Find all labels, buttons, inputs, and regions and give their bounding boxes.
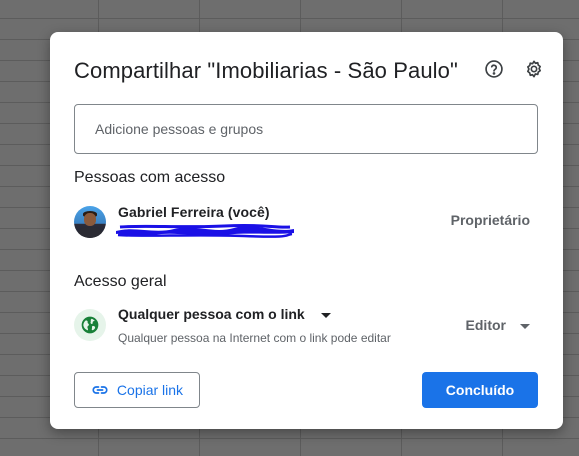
general-access-role-dropdown[interactable]: Editor: [466, 317, 530, 333]
person-name: Gabriel Ferreira (você): [118, 204, 270, 220]
done-label: Concluído: [445, 382, 515, 398]
general-access-dropdown[interactable]: Qualquer pessoa com o link: [118, 306, 331, 322]
people-with-access-heading: Pessoas com acesso: [74, 169, 226, 186]
chevron-down-icon: [320, 312, 331, 318]
link-icon: [92, 386, 108, 394]
globe-icon: [74, 309, 106, 341]
dialog-title: Compartilhar "Imobiliarias - São Paulo": [74, 58, 458, 83]
general-access-heading: Acesso geral: [74, 273, 167, 290]
email-redaction: [116, 223, 294, 238]
general-access-scope: Qualquer pessoa com o link: [118, 306, 305, 322]
owner-role: Proprietário: [450, 212, 530, 228]
copy-link-button[interactable]: Copiar link: [74, 372, 200, 408]
add-people-input[interactable]: [74, 104, 538, 154]
general-access-role: Editor: [465, 317, 506, 333]
share-dialog: Compartilhar "Imobiliarias - São Paulo" …: [50, 32, 563, 429]
general-access-description: Qualquer pessoa na Internet com o link p…: [118, 331, 391, 345]
chevron-down-icon: [520, 323, 530, 329]
gear-icon[interactable]: [523, 58, 545, 80]
copy-link-label: Copiar link: [116, 382, 184, 398]
done-button[interactable]: Concluído: [422, 372, 538, 408]
help-icon[interactable]: [483, 58, 505, 80]
avatar: [74, 206, 106, 238]
